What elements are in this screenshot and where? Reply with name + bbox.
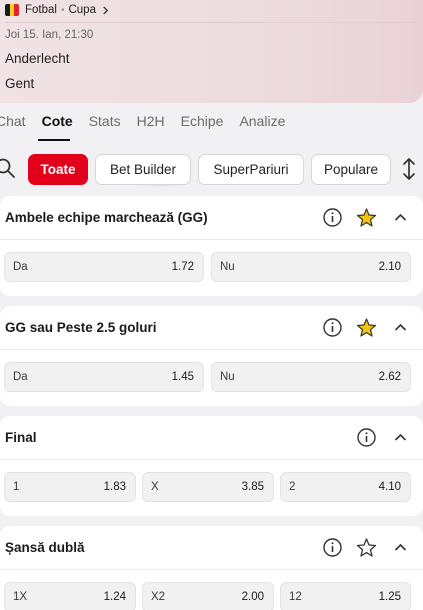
sort-icon[interactable] xyxy=(400,157,418,181)
breadcrumb-competition: Cupa xyxy=(68,4,96,16)
active-tab-indicator xyxy=(38,139,70,141)
odd-label: X xyxy=(151,481,159,493)
home-team: Anderlecht xyxy=(5,51,70,66)
odd-button[interactable]: X2 2.00 xyxy=(142,582,274,610)
match-datetime: Joi 15. Ian, 21:30 xyxy=(5,29,94,41)
breadcrumb-sport: Fotbal xyxy=(25,4,57,16)
odd-button[interactable]: 12 1.25 xyxy=(280,582,411,610)
odd-button[interactable]: Da 1.72 xyxy=(4,252,204,282)
filter-populare[interactable]: Populare xyxy=(311,154,391,185)
info-icon[interactable] xyxy=(322,317,343,338)
odd-value: 1.83 xyxy=(103,481,126,493)
odd-button[interactable]: 1X 1.24 xyxy=(4,582,136,610)
info-icon[interactable] xyxy=(322,537,343,558)
filter-superpariuri[interactable]: SuperPariuri xyxy=(198,154,304,185)
odd-label: 1 xyxy=(13,481,20,493)
star-filled-icon[interactable] xyxy=(356,207,377,228)
away-team: Gent xyxy=(5,76,35,91)
odd-value: 1.25 xyxy=(378,591,401,603)
market-header[interactable]: GG sau Peste 2.5 goluri xyxy=(0,306,423,350)
odd-value: 3.85 xyxy=(241,481,264,493)
market-title: Șansă dublă xyxy=(5,540,85,555)
star-outline-icon[interactable] xyxy=(356,537,377,558)
tab-stats[interactable]: Stats xyxy=(89,113,121,133)
breadcrumb[interactable]: Fotbal • Cupa xyxy=(5,2,110,18)
tab-chat[interactable]: Chat xyxy=(0,113,26,133)
market-header[interactable]: Șansă dublă xyxy=(0,526,423,570)
star-filled-icon[interactable] xyxy=(356,317,377,338)
tab-h2h[interactable]: H2H xyxy=(137,113,165,133)
odd-value: 4.10 xyxy=(378,481,401,493)
breadcrumb-separator: • xyxy=(60,4,65,16)
odd-button[interactable]: X 3.85 xyxy=(142,472,274,502)
market-card-gg-over: GG sau Peste 2.5 goluri Da 1.45 Nu 2.62 xyxy=(0,306,423,406)
odd-button[interactable]: Da 1.45 xyxy=(4,362,204,392)
info-icon[interactable] xyxy=(322,207,343,228)
odd-button[interactable]: Nu 2.10 xyxy=(211,252,411,282)
market-card-final: Final 1 1.83 X 3.85 2 4.10 xyxy=(0,416,423,516)
chevron-up-icon[interactable] xyxy=(390,317,411,338)
market-header[interactable]: Final xyxy=(0,416,423,460)
odd-value: 2.10 xyxy=(378,261,401,273)
odd-value: 1.24 xyxy=(103,591,126,603)
chevron-up-icon[interactable] xyxy=(390,537,411,558)
odd-value: 2.62 xyxy=(378,371,401,383)
odd-value: 1.72 xyxy=(171,261,194,273)
chevron-up-icon[interactable] xyxy=(390,427,411,448)
match-tabs: Chat Cote Stats H2H Echipe Analize xyxy=(0,113,301,133)
odd-label: Da xyxy=(13,261,28,273)
match-header: Fotbal • Cupa Joi 15. Ian, 21:30 Anderle… xyxy=(0,0,423,103)
odd-button[interactable]: 1 1.83 xyxy=(4,472,136,502)
odd-label: Da xyxy=(13,371,28,383)
odd-button[interactable]: Nu 2.62 xyxy=(211,362,411,392)
market-card-double-chance: Șansă dublă 1X 1.24 X2 2.00 12 1.25 xyxy=(0,526,423,610)
filter-bet-builder[interactable]: Bet Builder xyxy=(95,154,191,185)
divider xyxy=(5,22,417,23)
tab-cote[interactable]: Cote xyxy=(42,113,73,133)
filter-toate[interactable]: Toate xyxy=(28,154,88,185)
info-icon[interactable] xyxy=(356,427,377,448)
tab-echipe[interactable]: Echipe xyxy=(181,113,224,133)
belgium-flag-icon xyxy=(5,4,19,16)
odd-label: 2 xyxy=(289,481,296,493)
search-icon[interactable] xyxy=(0,157,16,179)
market-card-gg: Ambele echipe marchează (GG) Da 1.72 Nu … xyxy=(0,196,423,296)
odd-button[interactable]: 2 4.10 xyxy=(280,472,411,502)
odd-label: 1X xyxy=(13,591,28,603)
market-title: GG sau Peste 2.5 goluri xyxy=(5,320,157,335)
odd-label: X2 xyxy=(151,591,166,603)
market-filters: Toate Bet Builder SuperPariuri Populare xyxy=(0,151,423,187)
odd-label: Nu xyxy=(220,371,235,383)
odd-value: 2.00 xyxy=(241,591,264,603)
market-title: Final xyxy=(5,430,37,445)
odd-label: 12 xyxy=(289,591,302,603)
tab-analize[interactable]: Analize xyxy=(239,113,285,133)
chevron-up-icon[interactable] xyxy=(390,207,411,228)
odd-label: Nu xyxy=(220,261,235,273)
chevron-right-icon xyxy=(103,5,109,15)
market-header[interactable]: Ambele echipe marchează (GG) xyxy=(0,196,423,240)
market-title: Ambele echipe marchează (GG) xyxy=(5,210,208,225)
odd-value: 1.45 xyxy=(171,371,194,383)
